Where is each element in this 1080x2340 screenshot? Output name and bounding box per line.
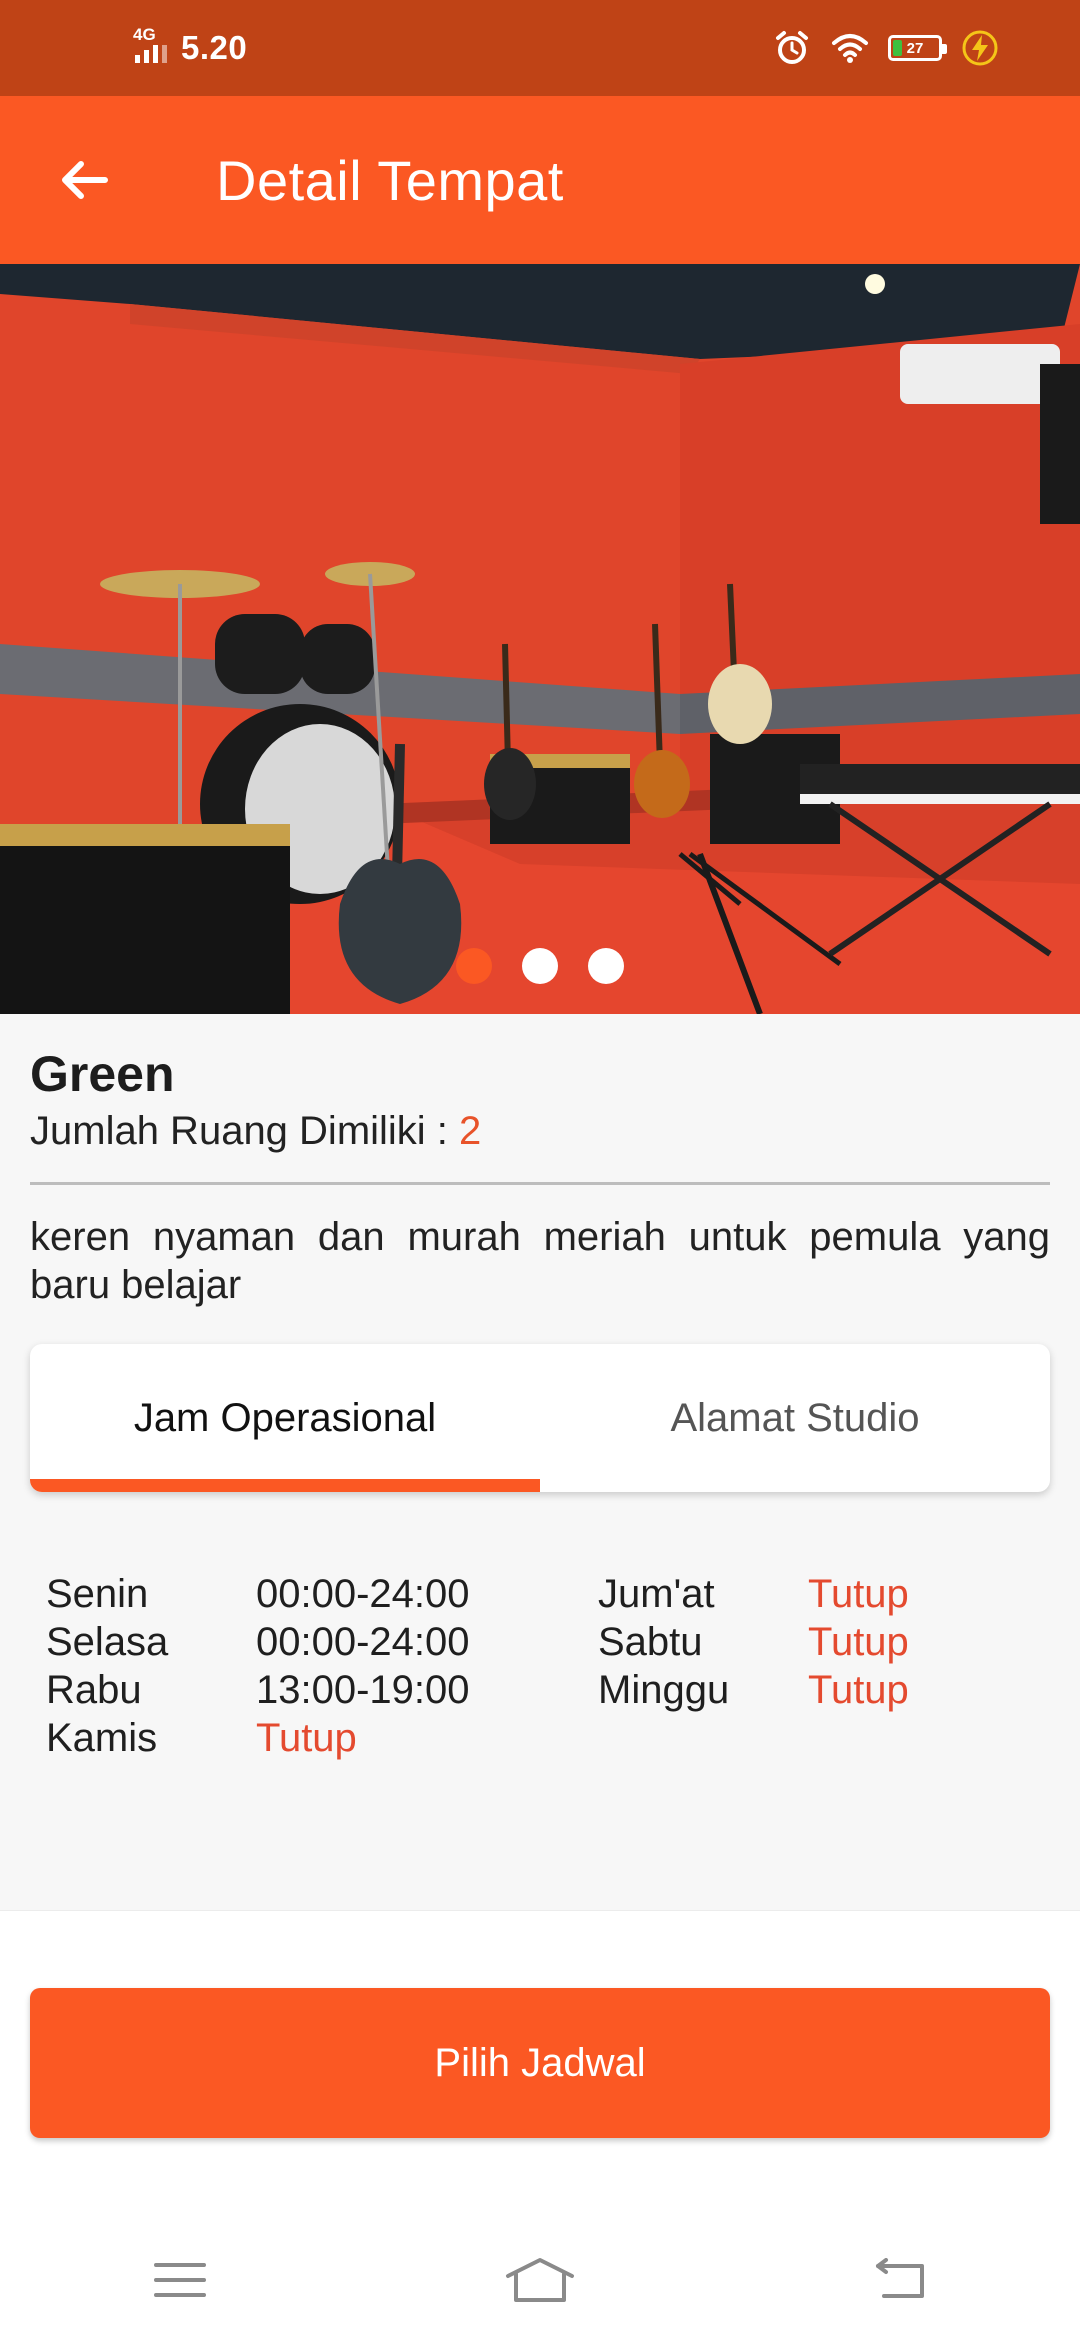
day-label: Sabtu: [598, 1620, 703, 1664]
alarm-icon: [776, 31, 808, 64]
nav-home-button[interactable]: [360, 2220, 720, 2340]
carousel-dot[interactable]: [456, 948, 492, 984]
day-label: Senin: [46, 1572, 149, 1616]
room-count-value: 2: [459, 1109, 482, 1153]
battery-level: 27: [906, 39, 924, 57]
hours-value: Tutup: [256, 1716, 357, 1760]
day-label: Kamis: [46, 1716, 158, 1760]
back-icon: [876, 2258, 924, 2298]
home-icon: [506, 2258, 574, 2302]
day-label: Minggu: [598, 1668, 730, 1712]
tab-label: Jam Operasional: [133, 1395, 437, 1440]
hours-value: Tutup: [808, 1620, 909, 1664]
network-type: 4G: [133, 25, 156, 44]
wifi-icon: [832, 34, 868, 63]
tab-bar: Jam Operasional Alamat Studio: [30, 1344, 1050, 1492]
status-bar: 4G 5.20 27: [0, 0, 1080, 96]
image-carousel[interactable]: [0, 264, 1080, 1014]
app-bar: Detail Tempat: [0, 96, 1080, 264]
hours-value: 13:00-19:00: [256, 1668, 470, 1712]
charging-icon: [962, 30, 998, 66]
tab-alamat-studio[interactable]: Alamat Studio: [540, 1344, 1050, 1492]
nav-back-button[interactable]: [720, 2220, 1080, 2340]
carousel-indicators: [0, 948, 1080, 984]
day-label: Selasa: [46, 1620, 169, 1664]
page-title: Detail Tempat: [216, 148, 564, 212]
battery-icon: 27: [888, 35, 947, 61]
studio-info: Green Jumlah Ruang Dimiliki : 2 keren ny…: [30, 1045, 1050, 1309]
tab-jam-operasional[interactable]: Jam Operasional: [30, 1344, 540, 1492]
music-studio-photo: [0, 264, 1080, 1014]
pilih-jadwal-button[interactable]: Pilih Jadwal: [30, 1988, 1050, 2138]
room-count-label: Jumlah Ruang Dimiliki :: [30, 1109, 460, 1153]
hours-value: Tutup: [808, 1572, 909, 1616]
status-right: 27: [772, 28, 1000, 68]
carousel-dot[interactable]: [588, 948, 624, 984]
divider: [30, 1182, 1050, 1185]
status-left: 4G 5.20: [133, 25, 248, 67]
status-time: 5.20: [181, 29, 248, 66]
nav-menu-button[interactable]: [0, 2220, 360, 2340]
arrow-left-icon: [62, 161, 108, 199]
menu-icon: [154, 2263, 206, 2297]
back-button[interactable]: [44, 140, 124, 220]
system-nav-bar: [0, 2220, 1080, 2340]
signal-icon: 4G: [133, 25, 167, 63]
room-count: Jumlah Ruang Dimiliki : 2: [30, 1109, 1050, 1154]
battery-fill: [893, 40, 902, 56]
carousel-dot[interactable]: [522, 948, 558, 984]
hours-value: Tutup: [808, 1668, 909, 1712]
day-label: Rabu: [46, 1668, 142, 1712]
hours-value: 00:00-24:00: [256, 1572, 470, 1616]
studio-description: keren nyaman dan murah meriah untuk pemu…: [30, 1215, 1050, 1307]
day-label: Jum'at: [598, 1572, 715, 1616]
studio-name: Green: [30, 1046, 175, 1102]
hours-value: 00:00-24:00: [256, 1620, 470, 1664]
tab-label: Alamat Studio: [670, 1395, 920, 1440]
